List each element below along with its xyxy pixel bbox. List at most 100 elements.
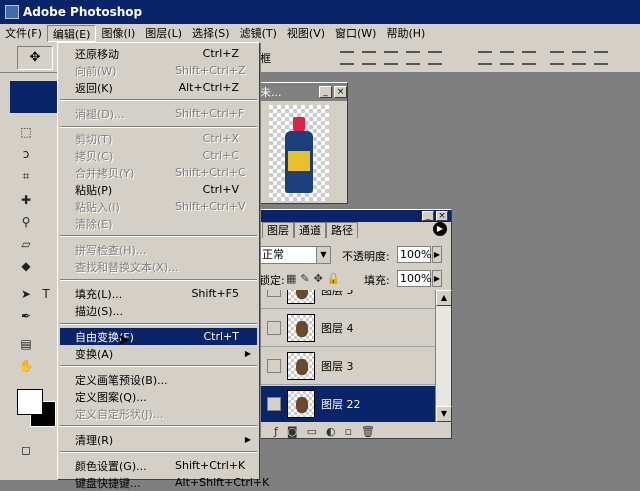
new-layer-icon[interactable]: ▫ bbox=[345, 425, 352, 438]
distribute-bottom-icon[interactable] bbox=[522, 51, 536, 65]
hand-tool-icon[interactable]: ✋ bbox=[16, 357, 36, 375]
edit-menu-dropdown: 还原移动 Ctrl+Z 向前(W) Shift+Ctrl+Z 返回(K) Alt+Ct… bbox=[57, 42, 269, 490]
menu-item-fill[interactable]: 填充(L)... Shift+F5 bbox=[60, 285, 257, 302]
menu-item-stroke[interactable]: 描边(S)... bbox=[60, 302, 257, 319]
menu-item-define-pattern[interactable]: 定义图案(Q)... bbox=[60, 388, 257, 405]
layer-row-selected[interactable]: 图层 22 bbox=[259, 386, 435, 422]
menu-filter[interactable]: 滤镜(T) bbox=[235, 25, 282, 42]
delete-layer-icon[interactable]: 🗑 bbox=[361, 425, 375, 438]
menu-window[interactable]: 窗口(W) bbox=[330, 25, 381, 42]
menu-item-undo[interactable]: 还原移动 Ctrl+Z bbox=[60, 45, 257, 62]
visibility-toggle-icon[interactable] bbox=[267, 321, 281, 335]
scroll-up-icon[interactable]: ▲ bbox=[436, 290, 452, 306]
menu-help[interactable]: 帮助(H) bbox=[381, 25, 430, 42]
menu-item-purge[interactable]: 清理(R) ▶ bbox=[60, 431, 257, 448]
fill-field[interactable]: 100% bbox=[397, 270, 431, 287]
menu-select[interactable]: 选择(S) bbox=[187, 25, 235, 42]
blur-tool-icon[interactable]: ◆ bbox=[16, 257, 36, 275]
layer-list-scrollbar[interactable]: ▲ ▼ bbox=[435, 290, 452, 422]
menu-item-check-spelling[interactable]: 拼写检查(H)... bbox=[60, 241, 257, 258]
notes-tool-icon[interactable]: ▤ bbox=[16, 335, 36, 353]
menu-file[interactable]: 文件(F) bbox=[0, 25, 47, 42]
panel-close-icon[interactable]: × bbox=[436, 211, 448, 221]
menu-item-step-backward[interactable]: 返回(K) Alt+Ctrl+Z bbox=[60, 79, 257, 96]
menu-item-define-shape[interactable]: 定义自定形状(J)... bbox=[60, 405, 257, 422]
layer-list: 图层 5 图层 4 图层 3 图层 22 bbox=[259, 290, 435, 422]
move-tool-preset-icon[interactable]: ✥ bbox=[17, 46, 53, 70]
blend-mode-select[interactable]: 正常 ▼ bbox=[259, 246, 331, 264]
crop-tool-icon[interactable]: ⌗ bbox=[16, 167, 36, 185]
layer-thumbnail bbox=[287, 290, 315, 304]
foreground-color-swatch[interactable] bbox=[17, 389, 43, 415]
menu-item-copy-merged[interactable]: 合并拷贝(Y) Shift+Ctrl+C bbox=[60, 164, 257, 181]
panel-menu-icon[interactable]: ▶ bbox=[433, 222, 447, 236]
distribute-top-icon[interactable] bbox=[478, 51, 492, 65]
menu-item-step-forward[interactable]: 向前(W) Shift+Ctrl+Z bbox=[60, 62, 257, 79]
opacity-field[interactable]: 100% bbox=[397, 246, 431, 263]
chevron-down-icon[interactable]: ▼ bbox=[316, 247, 330, 263]
eraser-tool-icon[interactable]: ▱ bbox=[16, 235, 36, 253]
visibility-toggle-icon[interactable] bbox=[267, 359, 281, 373]
menu-separator bbox=[60, 279, 257, 281]
menu-item-color-settings[interactable]: 颜色设置(G)... Shift+Ctrl+K bbox=[60, 457, 257, 474]
adjustment-layer-icon[interactable]: ◐ bbox=[326, 425, 336, 438]
document-title: 未... bbox=[260, 86, 282, 99]
align-bottom-icon[interactable] bbox=[384, 51, 398, 65]
layer-style-icon[interactable]: ƒ bbox=[274, 425, 278, 438]
menu-image[interactable]: 图像(I) bbox=[96, 25, 140, 42]
tab-paths[interactable]: 路径 bbox=[326, 222, 358, 238]
lasso-tool-icon[interactable]: ↄ bbox=[16, 145, 36, 163]
toolbox-header bbox=[10, 81, 58, 113]
distribute-hcenter-icon[interactable] bbox=[572, 51, 586, 65]
distribute-left-icon[interactable] bbox=[550, 51, 564, 65]
pen-tool-icon[interactable]: ✒ bbox=[16, 307, 36, 325]
align-vcenter-icon[interactable] bbox=[362, 51, 376, 65]
menu-item-transform[interactable]: 变换(A) ▶ bbox=[60, 345, 257, 362]
submenu-arrow-icon: ▶ bbox=[244, 435, 251, 444]
document-canvas[interactable] bbox=[269, 105, 329, 201]
menu-item-free-transform[interactable]: 自由变换(F) Ctrl+T bbox=[60, 328, 257, 345]
healing-brush-icon[interactable]: ✚ bbox=[16, 191, 36, 209]
type-tool-icon[interactable]: T bbox=[36, 285, 56, 303]
menu-item-cut[interactable]: 剪切(T) Ctrl+X bbox=[60, 130, 257, 147]
align-hcenter-icon[interactable] bbox=[428, 51, 442, 65]
clone-stamp-icon[interactable]: ⚲ bbox=[16, 213, 36, 231]
lock-options-icons[interactable]: ▦✎✥🔒 bbox=[286, 272, 345, 285]
document-minimize-icon[interactable]: _ bbox=[319, 86, 332, 98]
scroll-down-icon[interactable]: ▼ bbox=[436, 406, 452, 422]
menu-item-clear[interactable]: 清除(E) bbox=[60, 215, 257, 232]
menu-layer[interactable]: 图层(L) bbox=[140, 25, 187, 42]
layer-row[interactable]: 图层 3 bbox=[259, 348, 435, 385]
opacity-slider-arrow-icon[interactable]: ▶ bbox=[432, 246, 442, 263]
distribute-vcenter-icon[interactable] bbox=[500, 51, 514, 65]
marquee-tool-icon[interactable]: ⬚ bbox=[16, 123, 36, 141]
menu-item-define-brush[interactable]: 定义画笔预设(B)... bbox=[60, 371, 257, 388]
visibility-toggle-icon[interactable] bbox=[267, 397, 281, 411]
distribute-right-icon[interactable] bbox=[594, 51, 608, 65]
align-left-icon[interactable] bbox=[406, 51, 420, 65]
panel-minimize-icon[interactable]: _ bbox=[422, 211, 434, 221]
opacity-label: 不透明度: bbox=[342, 250, 390, 263]
menu-item-find-replace[interactable]: 查找和替换文本(X)... bbox=[60, 258, 257, 275]
layer-row[interactable]: 图层 4 bbox=[259, 310, 435, 347]
menu-item-paste[interactable]: 粘贴(P) Ctrl+V bbox=[60, 181, 257, 198]
path-select-icon[interactable]: ➤ bbox=[16, 285, 36, 303]
visibility-toggle-icon[interactable] bbox=[267, 290, 281, 297]
new-set-icon[interactable]: ▭ bbox=[307, 425, 317, 438]
document-close-icon[interactable]: × bbox=[334, 86, 347, 98]
align-top-icon[interactable] bbox=[340, 51, 354, 65]
layer-row[interactable]: 图层 5 bbox=[259, 290, 435, 309]
menu-view[interactable]: 视图(V) bbox=[282, 25, 330, 42]
menu-edit[interactable]: 编辑(E) bbox=[46, 25, 97, 42]
quickmask-standard-icon[interactable]: ◻ bbox=[16, 441, 36, 459]
layers-panel: _ × 图层 通道 路径 ▶ 正常 ▼ 不透明度: 100% ▶ 锁定: ▦✎✥… bbox=[257, 209, 452, 439]
menu-item-copy[interactable]: 拷贝(C) Ctrl+C bbox=[60, 147, 257, 164]
menu-item-keyboard-shortcuts[interactable]: 键盘快捷键... Alt+Shift+Ctrl+K bbox=[60, 474, 269, 491]
layer-name: 图层 22 bbox=[321, 398, 361, 411]
menu-item-paste-into[interactable]: 粘贴入(I) Shift+Ctrl+V bbox=[60, 198, 257, 215]
add-mask-icon[interactable]: ◙ bbox=[287, 425, 298, 438]
tab-channels[interactable]: 通道 bbox=[294, 222, 326, 238]
fill-slider-arrow-icon[interactable]: ▶ bbox=[432, 270, 442, 287]
tab-layers[interactable]: 图层 bbox=[262, 222, 294, 238]
menu-item-fade[interactable]: 消褪(D)... Shift+Ctrl+F bbox=[60, 105, 257, 122]
